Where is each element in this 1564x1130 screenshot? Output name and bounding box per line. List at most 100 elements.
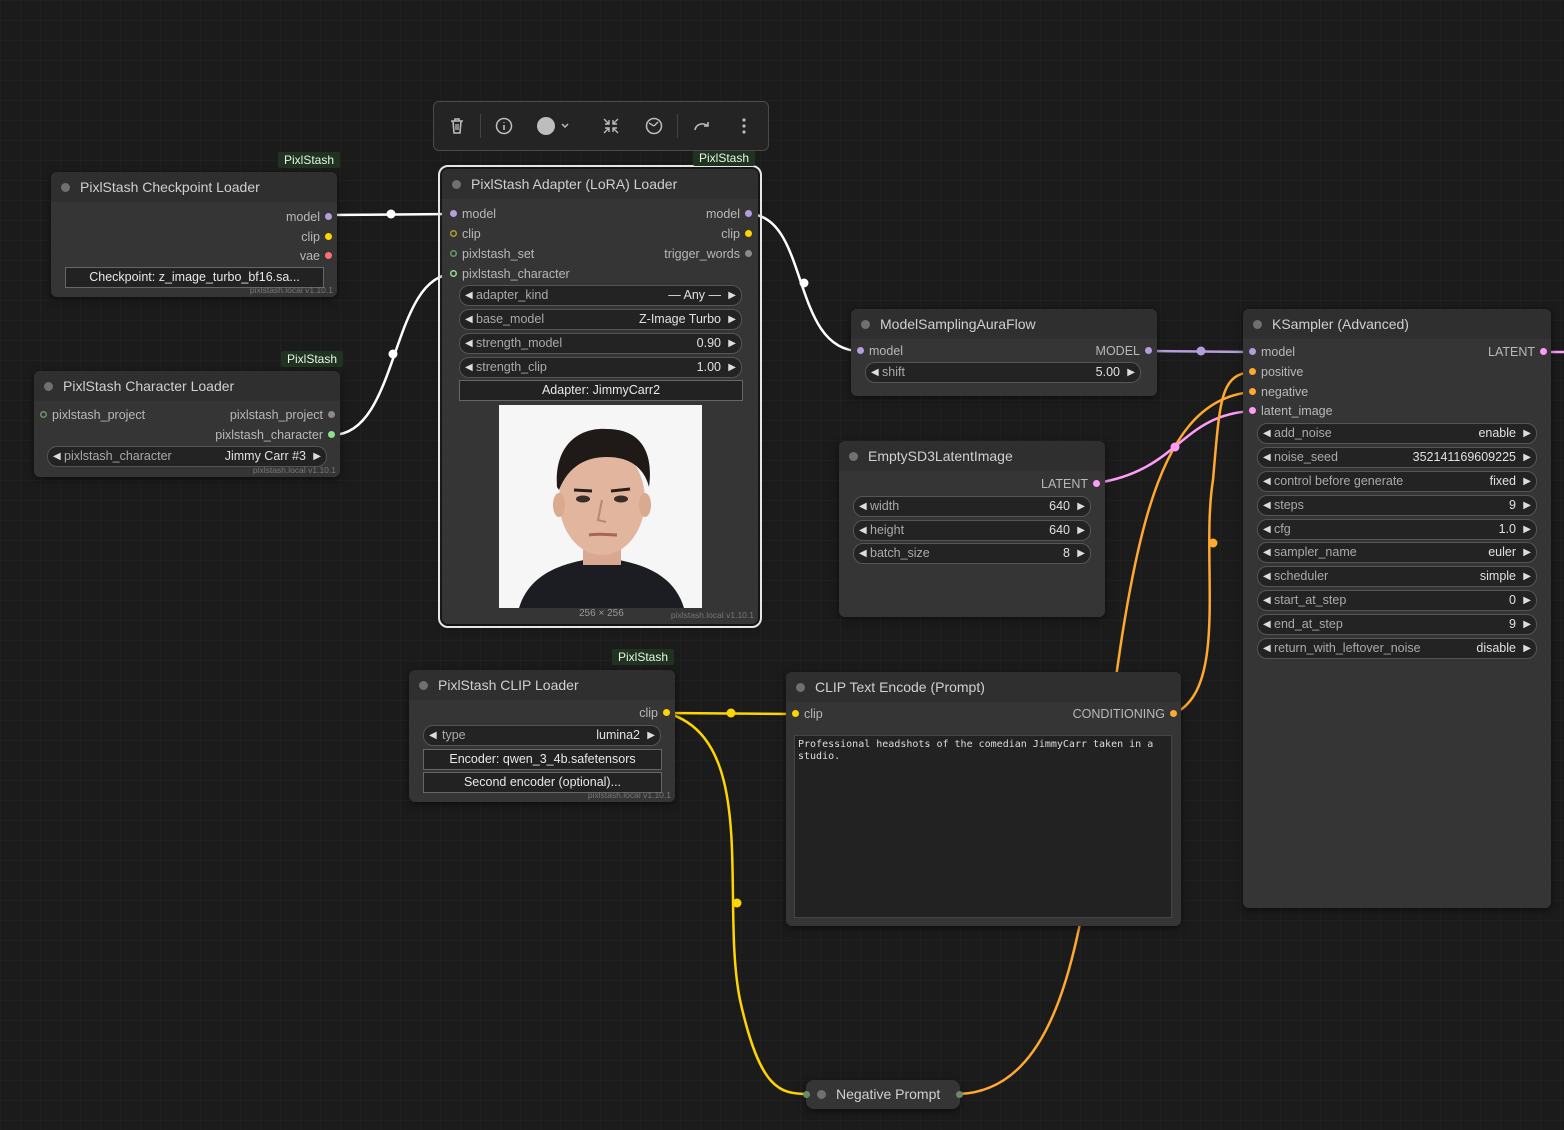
input-model[interactable]: model: [1249, 344, 1295, 360]
output-pixlstash-character[interactable]: pixlstash_character: [215, 427, 335, 443]
collapse-dot-icon[interactable]: [817, 1090, 826, 1099]
number-cfg[interactable]: ◀ cfg 1.0 ▶: [1257, 519, 1537, 540]
combo-control-before-generate[interactable]: ◀ control before generate fixed ▶: [1257, 471, 1537, 492]
number-steps[interactable]: ◀ steps 9 ▶: [1257, 495, 1537, 516]
output-model[interactable]: model: [286, 209, 332, 225]
output-clip[interactable]: clip: [639, 705, 670, 721]
output-vae[interactable]: vae: [300, 248, 332, 264]
arrow-left-icon: ◀: [1263, 595, 1271, 606]
combo-add-noise[interactable]: ◀ add_noise enable ▶: [1257, 423, 1537, 444]
collapse-dot-icon[interactable]: [1253, 320, 1262, 329]
node-model-sampling-auraflow[interactable]: ModelSamplingAuraFlow model MODEL ◀ shift…: [851, 309, 1157, 396]
wire-encode-positive: [1171, 370, 1254, 716]
color-picker-icon[interactable]: [534, 115, 570, 137]
number-start-at-step[interactable]: ◀ start_at_step 0 ▶: [1257, 590, 1537, 611]
arrow-left-icon: ◀: [1263, 619, 1271, 630]
node-header[interactable]: PixlStash CLIP Loader: [409, 670, 675, 700]
trigger-words-pin-icon: [745, 250, 752, 257]
input-negative[interactable]: negative: [1249, 384, 1308, 400]
number-width[interactable]: ◀ width 640 ▶: [853, 496, 1091, 517]
collapse-dot-icon[interactable]: [452, 180, 461, 189]
output-conditioning[interactable]: CONDITIONING: [1073, 706, 1177, 722]
node-adapter-loader[interactable]: PixlStash Adapter (LoRA) Loader model cl…: [438, 165, 762, 628]
number-noise-seed[interactable]: ◀ noise_seed 352141169609225 ▶: [1257, 447, 1537, 468]
model-pin-icon: [1249, 348, 1256, 355]
input-model[interactable]: model: [857, 343, 903, 359]
combo-adapter-kind[interactable]: ◀ adapter_kind — Any — ▶: [459, 285, 742, 306]
bypass-icon[interactable]: [643, 115, 665, 137]
node-ksampler-advanced[interactable]: KSampler (Advanced) model positive negat…: [1243, 309, 1551, 908]
arrow-left-icon: ◀: [1263, 500, 1271, 511]
node-empty-sd3-latent-image[interactable]: EmptySD3LatentImage LATENT ◀ width 640 ▶ ◀ h…: [839, 441, 1105, 617]
output-latent[interactable]: LATENT: [1488, 344, 1547, 360]
pixlstash-project-pin-icon: [328, 411, 335, 418]
node-header[interactable]: ModelSamplingAuraFlow: [851, 309, 1157, 339]
adapter-preview-image: [499, 405, 702, 608]
collapse-dot-icon[interactable]: [44, 382, 53, 391]
pixlstash-badge: PixlStash: [278, 152, 341, 168]
collapse-dot-icon[interactable]: [61, 183, 70, 192]
combo-scheduler[interactable]: ◀ scheduler simple ▶: [1257, 566, 1537, 587]
output-pixlstash-project[interactable]: pixlstash_project: [230, 407, 335, 423]
conditioning-pin-icon: [1170, 710, 1177, 717]
combo-return-with-leftover-noise[interactable]: ◀ return_with_leftover_noise disable ▶: [1257, 638, 1537, 659]
node-header[interactable]: CLIP Text Encode (Prompt): [786, 672, 1181, 702]
number-strength-model[interactable]: ◀ strength_model 0.90 ▶: [459, 333, 742, 354]
input-pixlstash-set[interactable]: pixlstash_set: [450, 246, 534, 262]
combo-pixlstash-character[interactable]: ◀ pixlstash_character Jimmy Carr #3 ▶: [47, 446, 327, 467]
input-positive[interactable]: positive: [1249, 364, 1303, 380]
input-pin-icon[interactable]: [803, 1091, 810, 1098]
arrow-right-icon: ▶: [1523, 619, 1531, 630]
output-trigger-words[interactable]: trigger_words: [664, 246, 752, 262]
encoder-select-button[interactable]: Encoder: qwen_3_4b.safetensors: [423, 749, 662, 770]
number-end-at-step[interactable]: ◀ end_at_step 9 ▶: [1257, 614, 1537, 635]
output-clip[interactable]: clip: [721, 226, 752, 242]
adapter-select-button[interactable]: Adapter: JimmyCarr2: [459, 380, 743, 401]
arrow-left-icon: ◀: [1263, 547, 1271, 558]
prompt-textarea[interactable]: Professional headshots of the comedian J…: [794, 735, 1172, 918]
input-pixlstash-character[interactable]: pixlstash_character: [450, 266, 570, 282]
combo-base-model[interactable]: ◀ base_model Z-Image Turbo ▶: [459, 309, 742, 330]
node-header[interactable]: EmptySD3LatentImage: [839, 441, 1105, 471]
number-batch-size[interactable]: ◀ batch_size 8 ▶: [853, 543, 1091, 564]
collapse-dot-icon[interactable]: [861, 320, 870, 329]
output-model[interactable]: model: [706, 206, 752, 222]
input-clip[interactable]: clip: [450, 226, 481, 242]
output-latent[interactable]: LATENT: [1041, 476, 1100, 492]
collapse-dot-icon[interactable]: [849, 452, 858, 461]
number-strength-clip[interactable]: ◀ strength_clip 1.00 ▶: [459, 357, 742, 378]
collapse-dot-icon[interactable]: [419, 681, 428, 690]
node-header[interactable]: KSampler (Advanced): [1243, 309, 1551, 339]
input-model[interactable]: model: [450, 206, 496, 222]
node-header[interactable]: PixlStash Character Loader: [34, 371, 340, 401]
arrow-right-icon: ▶: [1523, 595, 1531, 606]
input-pixlstash-project[interactable]: pixlstash_project: [40, 407, 145, 423]
collapse-dot-icon[interactable]: [796, 683, 805, 692]
arrow-left-icon: ◀: [465, 362, 473, 373]
number-height[interactable]: ◀ height 640 ▶: [853, 520, 1091, 541]
node-character-loader[interactable]: PixlStash Character Loader pixlstash_pro…: [34, 371, 340, 477]
number-shift[interactable]: ◀ shift 5.00 ▶: [865, 362, 1141, 383]
info-icon[interactable]: [493, 115, 515, 137]
clip-pin-icon: [792, 710, 799, 717]
node-negative-prompt[interactable]: Negative Prompt: [803, 1080, 963, 1109]
output-pin-icon[interactable]: [956, 1091, 963, 1098]
input-clip[interactable]: clip: [792, 706, 823, 722]
arrow-left-icon: ◀: [1263, 524, 1271, 535]
trash-icon[interactable]: [446, 115, 468, 137]
node-title: PixlStash Character Loader: [63, 378, 235, 394]
input-latent-image[interactable]: latent_image: [1249, 403, 1333, 419]
combo-sampler-name[interactable]: ◀ sampler_name euler ▶: [1257, 542, 1537, 563]
output-model[interactable]: MODEL: [1096, 343, 1152, 359]
node-clip-text-encode[interactable]: CLIP Text Encode (Prompt) clip CONDITION…: [786, 672, 1181, 926]
node-header[interactable]: PixlStash Checkpoint Loader: [51, 172, 337, 202]
combo-type[interactable]: ◀ type lumina2 ▶: [423, 725, 661, 746]
redo-icon[interactable]: [691, 115, 713, 137]
more-icon[interactable]: [733, 115, 755, 137]
output-clip[interactable]: clip: [301, 229, 332, 245]
pixlstash-character-pin-icon: [328, 431, 335, 438]
collapse-icon[interactable]: [600, 115, 622, 137]
node-checkpoint-loader[interactable]: PixlStash Checkpoint Loader model clip v…: [51, 172, 337, 297]
node-clip-loader[interactable]: PixlStash CLIP Loader clip ◀ type lumina2 ▶…: [409, 670, 675, 802]
node-header[interactable]: PixlStash Adapter (LoRA) Loader: [442, 169, 758, 199]
